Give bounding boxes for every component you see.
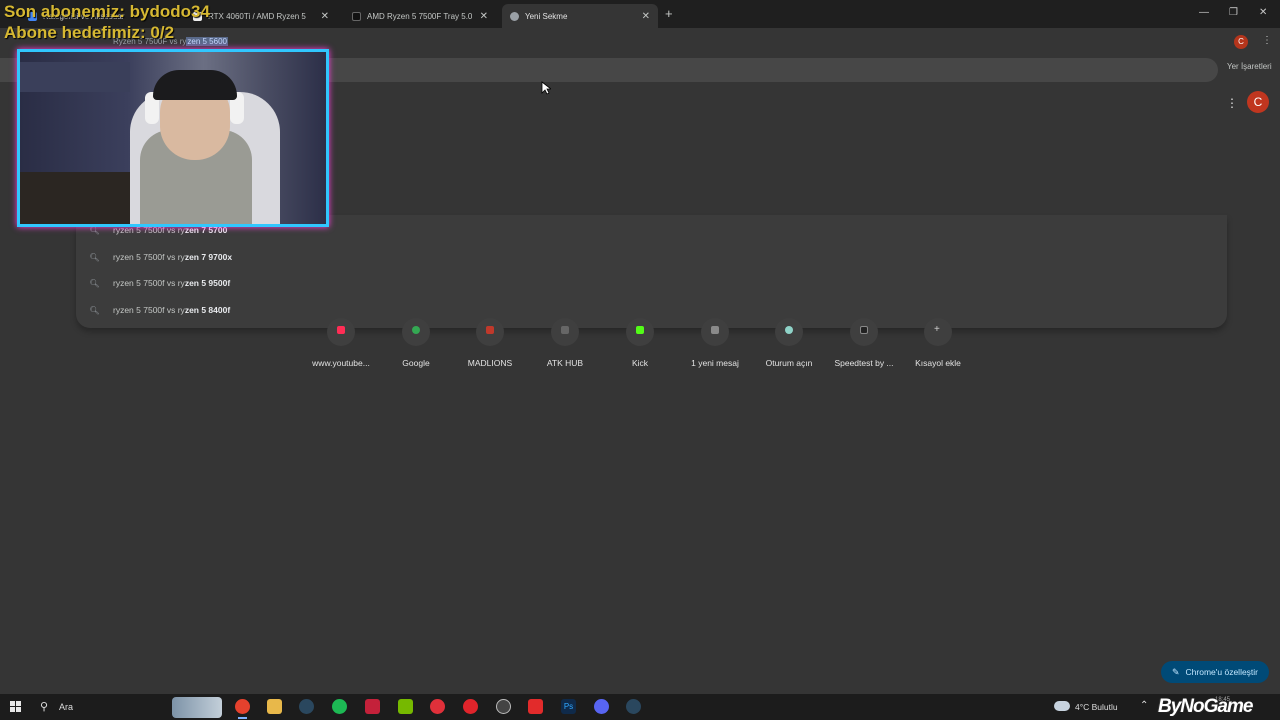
mouse-cursor-icon [541,81,551,95]
customize-label: Chrome'u özelleştir [1185,667,1259,677]
speedtest-icon [850,318,878,346]
shortcut-tile[interactable]: ATK HUB [528,318,602,368]
suggestion-item[interactable]: 🔍︎ ryzen 5 7500f vs ry zen 5 9500f [76,270,1227,296]
tab-3[interactable]: AMD Ryzen 5 7500F Tray 5.0GHz ✕ [344,4,496,28]
webcam-desk [20,172,130,224]
restore-button[interactable]: ❐ [1229,7,1238,18]
shortcut-tile[interactable]: Speedtest by ... [827,318,901,368]
tab-title: AMD Ryzen 5 7500F Tray 5.0GHz [367,11,472,21]
search-icon: 🔍︎ [89,278,100,288]
search-highlight-widget[interactable] [172,697,222,718]
close-tab-icon[interactable]: ✕ [321,11,329,22]
last-subscriber-text: Son abonemiz: bydodo34 [4,2,210,21]
valorant-icon[interactable] [365,699,380,714]
chevron-up-icon[interactable]: ⌃ [1140,700,1148,711]
shortcut-tile[interactable]: Oturum açın [752,318,826,368]
game-launcher-icon[interactable] [430,699,445,714]
shortcut-label: Google [402,358,430,368]
close-tab-icon[interactable]: ✕ [642,11,650,22]
shortcut-tile[interactable]: + Kısayol ekle [901,318,975,368]
chrome-menu-icon[interactable]: ⋮ [1262,35,1272,46]
suggestion-completion: zen 7 9700x [184,252,233,262]
message-icon [701,318,729,346]
search-icon: 🔍︎ [89,252,100,262]
close-window-button[interactable]: ✕ [1259,7,1267,18]
shortcut-label: Oturum açın [765,358,813,368]
shortcut-tile[interactable]: www.youtube... [304,318,378,368]
steam-icon[interactable] [299,699,314,714]
tab-title: Yeni Sekme [525,11,568,21]
omnibox-autocomplete-selection: zen 5 5600 [186,37,228,46]
obs-icon[interactable] [496,699,511,714]
profile-avatar[interactable]: C [1234,35,1248,49]
bookmarks-folder[interactable]: Yer İşaretleri [1227,62,1272,71]
file-explorer-icon[interactable] [267,699,282,714]
suggestion-prefix: ryzen 5 7500f vs ry [113,252,185,262]
madlions-icon [476,318,504,346]
spotify-icon[interactable] [332,699,347,714]
shortcut-label: www.youtube... [312,358,370,368]
minimize-button[interactable]: — [1199,7,1209,18]
search-icon[interactable]: ⚲ [40,700,48,713]
suggestions-dropdown: 🔍︎ ryzen 5 7500f vs ry zen 7 5700 🔍︎ ryze… [76,215,1227,328]
windows-start-icon[interactable] [10,701,22,713]
shortcut-tile[interactable]: Google [379,318,453,368]
shortcut-label: Kick [631,358,649,368]
youtube-app-icon[interactable] [528,699,543,714]
account-avatar[interactable]: C [1247,91,1269,113]
subscriber-goal-text: Abone hedefimiz: 0/2 [4,23,175,42]
suggestion-completion: zen 5 9500f [184,278,231,288]
suggestion-prefix: ryzen 5 7500f vs ry [113,278,185,288]
tab-new-tab[interactable]: Yeni Sekme ✕ [502,4,658,28]
tab-title: RTX 4060Ti / AMD Ryzen 5 [208,11,306,21]
login-icon [775,318,803,346]
webcam-streamer-cap [153,70,237,100]
bynogame-logo: ByNoGame [1158,696,1253,717]
new-tab-button[interactable]: + [665,6,673,21]
suggestion-prefix: ryzen 5 7500f vs ry [113,305,185,315]
suggestion-completion: zen 5 8400f [184,305,231,315]
nvidia-icon[interactable] [398,699,413,714]
shortcut-label: Kısayol ekle [915,358,961,368]
atk-hub-icon [551,318,579,346]
shortcut-label: MADLIONS [467,358,513,368]
shortcut-label: ATK HUB [546,358,584,368]
chrome-icon[interactable] [235,699,250,719]
webcam-overlay [17,49,329,227]
cloud-icon [1054,701,1070,711]
youtube-icon [327,318,355,346]
search-icon: 🔍︎ [89,305,100,315]
shortcut-label: 1 yeni mesaj [691,358,739,368]
weather-widget[interactable]: 4°C Bulutlu [1075,702,1118,712]
photoshop-icon[interactable]: Ps [561,699,576,714]
ntp-menu-icon[interactable]: ⋮ [1226,96,1238,110]
taskbar-search[interactable]: Ara [59,702,73,712]
close-tab-icon[interactable]: ✕ [480,11,488,22]
tab-favicon [352,11,361,21]
steam-2-icon[interactable] [626,699,641,714]
pencil-icon: ✎ [1171,666,1180,677]
discord-icon[interactable] [594,699,609,714]
suggestion-item[interactable]: 🔍︎ ryzen 5 7500f vs ry zen 7 9700x [76,244,1227,270]
chrome-favicon [510,11,519,21]
shortcut-tile[interactable]: MADLIONS [453,318,527,368]
shortcut-tile[interactable]: Kick [603,318,677,368]
kick-icon [626,318,654,346]
add-icon: + [924,318,952,346]
shortcut-label: Speedtest by ... [834,358,894,368]
webcam-shelf [20,62,130,92]
google-icon [402,318,430,346]
opera-icon[interactable] [463,699,478,714]
customize-chrome-button[interactable]: ✎ Chrome'u özelleştir [1161,661,1269,683]
shortcut-tile[interactable]: 1 yeni mesaj [678,318,752,368]
